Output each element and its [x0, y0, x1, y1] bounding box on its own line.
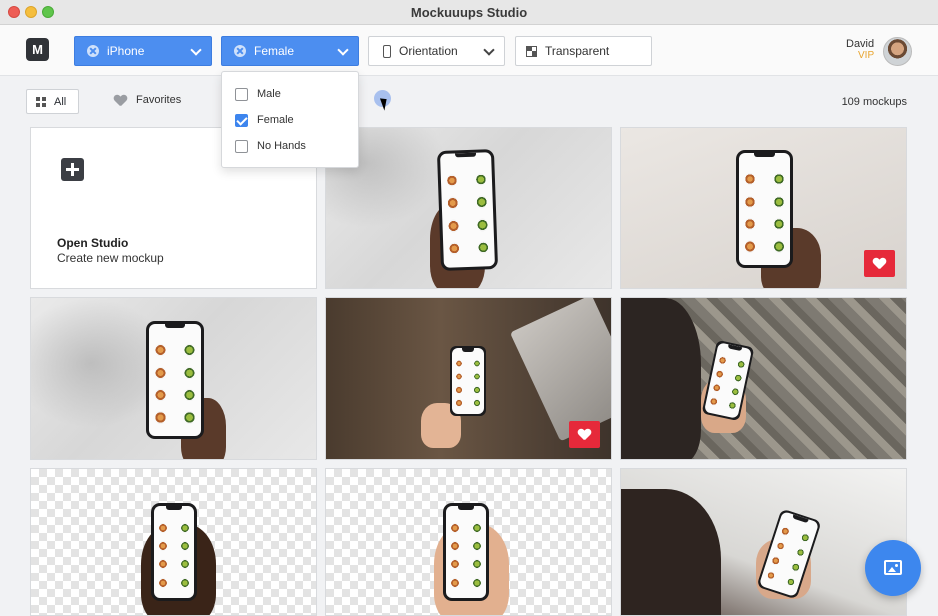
favorite-badge[interactable] [864, 250, 895, 277]
mockup-card[interactable] [30, 468, 317, 616]
person-silhouette [621, 489, 721, 615]
chevron-down-icon [483, 44, 495, 56]
phone-mockup [436, 149, 499, 271]
filter-label: Transparent [545, 44, 610, 58]
filter-device-button[interactable]: iPhone [74, 36, 212, 66]
mockup-card[interactable] [30, 297, 317, 460]
dropdown-option-no-hands[interactable]: No Hands [222, 135, 358, 157]
all-button[interactable]: All [26, 89, 79, 114]
studio-card-subtitle: Create new mockup [57, 251, 164, 265]
mockup-card[interactable] [325, 468, 612, 616]
transparency-icon [526, 45, 537, 57]
phone-mockup [151, 503, 197, 601]
filter-orientation-button[interactable]: Orientation [368, 36, 505, 66]
mockup-card[interactable] [620, 297, 907, 460]
mockup-count: 109 mockups [841, 96, 907, 108]
laptop [509, 298, 611, 442]
checkbox[interactable] [235, 139, 248, 153]
clear-filter-icon[interactable] [87, 45, 99, 57]
plus-icon [61, 158, 84, 181]
filter-transparent-button[interactable]: Transparent [515, 36, 652, 66]
heart-icon [114, 95, 127, 106]
option-label: No Hands [257, 140, 306, 152]
mockup-card[interactable] [620, 127, 907, 289]
clear-filter-icon[interactable] [234, 45, 246, 57]
mockup-card[interactable] [325, 127, 612, 289]
avatar[interactable] [883, 37, 912, 66]
chevron-down-icon [190, 44, 202, 56]
phone-mockup [736, 150, 793, 268]
image-icon [884, 560, 902, 575]
phone-mockup [756, 508, 822, 600]
heart-icon [578, 429, 591, 440]
phone-mockup [450, 346, 486, 416]
window-title: Mockuuups Studio [410, 5, 528, 20]
gender-dropdown-menu: Male Female No Hands [221, 71, 359, 168]
filter-label: Female [254, 44, 295, 58]
chevron-down-icon [337, 44, 349, 56]
grid-icon [36, 96, 46, 107]
option-label: Male [257, 88, 281, 100]
title-bar: Mockuuups Studio [0, 0, 938, 25]
dropdown-option-male[interactable]: Male [222, 83, 358, 105]
toolbar: M iPhone Female Orientation Transparent … [0, 25, 938, 76]
upload-image-button[interactable] [865, 540, 921, 596]
phone-icon [383, 44, 391, 58]
person-silhouette [621, 298, 701, 459]
dropdown-option-female[interactable]: Female [222, 109, 358, 131]
phone-mockup [701, 339, 755, 422]
mockup-card[interactable] [325, 297, 612, 460]
phone-mockup [146, 321, 204, 439]
phone-mockup [443, 503, 489, 601]
checkbox[interactable] [235, 113, 248, 127]
option-label: Female [257, 114, 294, 126]
studio-card-title: Open Studio [57, 236, 129, 250]
filter-gender-button[interactable]: Female [221, 36, 359, 66]
checkbox[interactable] [235, 87, 248, 101]
mockup-card[interactable] [620, 468, 907, 616]
favorite-badge[interactable] [569, 421, 600, 448]
heart-icon [873, 258, 886, 269]
user-name: David [846, 38, 875, 50]
filter-label: iPhone [107, 44, 145, 58]
user-tier-badge: VIP [858, 50, 875, 61]
favorites-button[interactable]: Favorites [114, 94, 181, 106]
filter-label: Orientation [399, 44, 458, 58]
all-label: All [54, 95, 67, 108]
app-logo[interactable]: M [26, 38, 49, 61]
favorites-label: Favorites [136, 94, 182, 106]
